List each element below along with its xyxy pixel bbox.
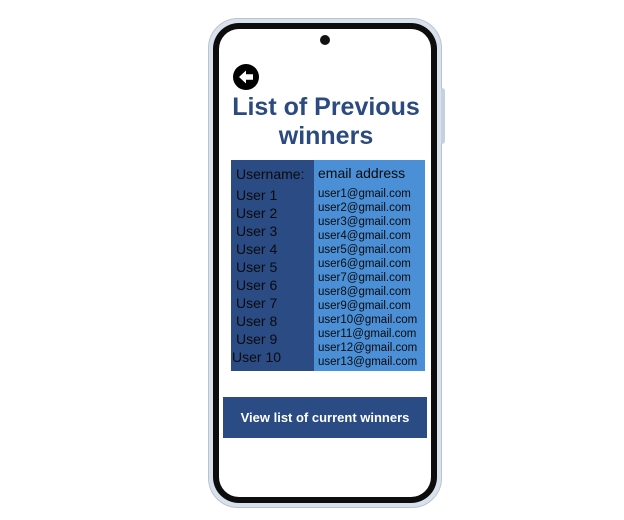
- phone-side-button: [441, 88, 445, 144]
- username-cell: User 4: [236, 241, 278, 257]
- back-button[interactable]: [233, 64, 259, 90]
- page-title: List of Previous winners: [232, 93, 420, 150]
- username-cell: User 2: [236, 205, 278, 221]
- username-cell: User 8: [236, 313, 278, 329]
- username-cell: User 9: [236, 331, 278, 347]
- email-cell: user12@gmail.com: [318, 342, 418, 354]
- username-list: User 1 User 2 User 3 User 4 User 5 User …: [232, 186, 281, 366]
- email-cell: user8@gmail.com: [318, 286, 411, 298]
- stage: List of Previous winners Username: User …: [0, 0, 624, 520]
- email-cell: user1@gmail.com: [318, 188, 411, 200]
- email-cell: user7@gmail.com: [318, 272, 411, 284]
- email-cell: user5@gmail.com: [318, 244, 411, 256]
- email-cell: user4@gmail.com: [318, 230, 411, 242]
- winners-table: Username: User 1 User 2 User 3 User 4 Us…: [231, 160, 425, 371]
- username-cell: User 10: [232, 349, 282, 365]
- email-cell: user13@gmail.com: [318, 356, 418, 368]
- email-cell: user2@gmail.com: [318, 202, 411, 214]
- view-current-winners-button[interactable]: View list of current winners: [223, 397, 427, 438]
- email-header: email address: [318, 165, 406, 181]
- email-cell: user11@gmail.com: [318, 328, 417, 340]
- username-cell: User 3: [236, 223, 278, 239]
- username-cell: User 6: [236, 277, 278, 293]
- username-cell: User 5: [236, 259, 278, 275]
- arrow-left-icon: [239, 70, 253, 84]
- email-column: email address user1@gmail.com user2@gmai…: [314, 160, 425, 371]
- username-header: Username:: [236, 166, 305, 182]
- username-cell: User 1: [236, 187, 278, 203]
- email-cell: user3@gmail.com: [318, 216, 411, 228]
- username-column: Username: User 1 User 2 User 3 User 4 Us…: [231, 160, 314, 371]
- email-cell: user9@gmail.com: [318, 300, 411, 312]
- username-cell: User 7: [236, 295, 278, 311]
- email-list: user1@gmail.com user2@gmail.com user3@gm…: [318, 187, 417, 369]
- front-camera: [320, 35, 330, 45]
- email-cell: user10@gmail.com: [318, 314, 418, 326]
- email-cell: user6@gmail.com: [318, 258, 411, 270]
